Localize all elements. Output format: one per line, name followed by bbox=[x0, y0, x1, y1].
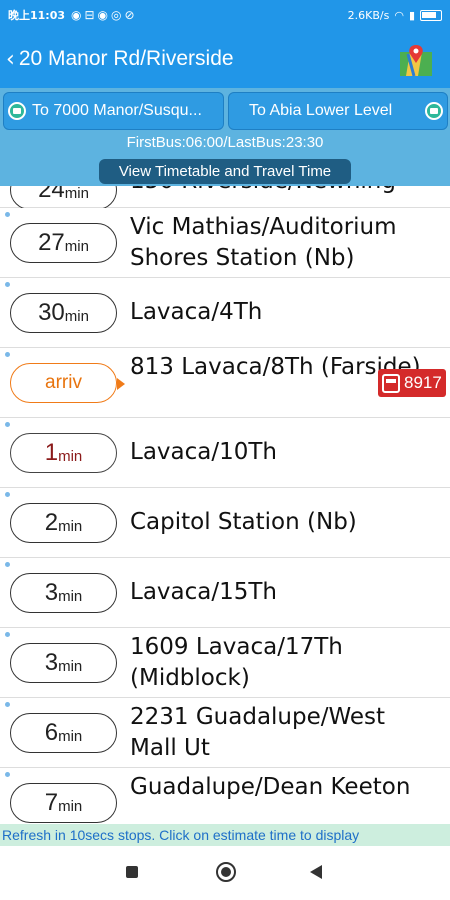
eta-value: 30 bbox=[38, 299, 65, 326]
stop-name: Vic Mathias/Auditorium Shores Station (N… bbox=[130, 214, 397, 271]
eta-value: 24 bbox=[38, 186, 65, 203]
stop-name: 1609 Lavaca/17Th (Midblock) bbox=[130, 634, 343, 691]
row-marker bbox=[5, 702, 10, 707]
direction-label: To 7000 Manor/Susqu... bbox=[32, 102, 202, 119]
eta-pill[interactable]: 6 min bbox=[10, 713, 117, 753]
eta-unit: min bbox=[64, 186, 89, 202]
eta-value: 3 bbox=[44, 649, 59, 676]
stop-row[interactable]: 3 min Lavaca/15Th bbox=[0, 558, 450, 628]
eta-pill[interactable]: 2 min bbox=[10, 503, 117, 543]
back-icon[interactable]: ‹ bbox=[6, 47, 15, 72]
eta-value: 7 bbox=[44, 789, 59, 816]
stop-list[interactable]: 24min150 Riverside/Newning27minVic Mathi… bbox=[0, 186, 450, 824]
eta-pill[interactable]: 27 min bbox=[10, 223, 117, 263]
first-last-bus: FirstBus:06:00/LastBus:23:30 bbox=[126, 134, 324, 151]
bus-icon bbox=[8, 102, 26, 120]
bus-icon bbox=[425, 102, 443, 120]
row-marker bbox=[5, 282, 10, 287]
stop-name: Lavaca/4Th bbox=[130, 299, 263, 325]
stop-name: 150 Riverside/Newning bbox=[130, 186, 430, 197]
eta-unit: min bbox=[58, 517, 83, 535]
stop-row[interactable]: 6 min 2231 Guadalupe/West Mall Ut bbox=[0, 698, 450, 768]
recents-icon[interactable] bbox=[126, 866, 138, 878]
back-nav-icon[interactable] bbox=[310, 865, 322, 879]
map-pin-icon[interactable] bbox=[398, 42, 434, 78]
stop-name: Lavaca/10Th bbox=[130, 439, 277, 465]
eta-pill[interactable]: 3 min bbox=[10, 643, 117, 683]
row-marker bbox=[5, 562, 10, 567]
status-bar: 晚上11:03 ◉⊟◉◎⊘ 2.6KB/s ◠ ▮ bbox=[0, 0, 450, 30]
stop-name: Capitol Station (Nb) bbox=[130, 509, 357, 535]
stop-row[interactable]: 1 min Lavaca/10Th bbox=[0, 418, 450, 488]
eta-unit: min bbox=[64, 307, 89, 325]
eta-value: 6 bbox=[44, 719, 59, 746]
row-marker bbox=[5, 632, 10, 637]
app-header: ‹ 20 Manor Rd/Riverside bbox=[0, 30, 450, 88]
eta-unit: min bbox=[58, 587, 83, 605]
notification-icons: ◉⊟◉◎⊘ bbox=[71, 8, 138, 22]
direction-tab-inbound[interactable]: To Abia Lower Level bbox=[228, 92, 448, 130]
row-marker bbox=[5, 492, 10, 497]
system-nav-bar bbox=[0, 846, 450, 900]
refresh-banner: Refresh in 10secs stops. Click on estima… bbox=[0, 824, 450, 846]
stop-row[interactable]: arriv 813 Lavaca/8Th (Farside) 8917 bbox=[0, 348, 450, 418]
eta-pill[interactable]: 3 min bbox=[10, 573, 117, 613]
eta-pill[interactable]: 24 min bbox=[10, 186, 117, 210]
direction-label: To Abia Lower Level bbox=[249, 102, 393, 119]
eta-value: 1 bbox=[44, 439, 59, 466]
home-icon[interactable] bbox=[216, 862, 236, 882]
eta-pill[interactable]: 1 min bbox=[10, 433, 117, 473]
stop-row[interactable]: 24min 150 Riverside/Newning bbox=[0, 186, 450, 210]
direction-panel: To 7000 Manor/Susqu... To Abia Lower Lev… bbox=[0, 88, 450, 186]
eta-pill[interactable]: 7 min bbox=[10, 783, 117, 823]
eta-unit: min bbox=[64, 237, 89, 255]
direction-tab-outbound[interactable]: To 7000 Manor/Susqu... bbox=[3, 92, 224, 130]
eta-pill[interactable]: arriv bbox=[10, 363, 125, 403]
eta-value: 3 bbox=[44, 579, 59, 606]
wifi-icon: ◠ bbox=[394, 8, 404, 22]
stop-name: Lavaca/15Th bbox=[130, 579, 277, 605]
bus-number: 8917 bbox=[404, 373, 442, 392]
eta-value: 2 bbox=[44, 509, 59, 536]
eta-unit: min bbox=[58, 727, 83, 745]
bus-number-badge[interactable]: 8917 bbox=[378, 369, 446, 397]
stop-name: 2231 Guadalupe/West Mall Ut bbox=[130, 704, 386, 761]
stop-row[interactable]: 3 min 1609 Lavaca/17Th (Midblock) bbox=[0, 628, 450, 698]
route-title[interactable]: 20 Manor Rd/Riverside bbox=[19, 47, 234, 71]
eta-unit: min bbox=[58, 447, 83, 465]
row-marker bbox=[5, 212, 10, 217]
eta-unit: min bbox=[58, 657, 83, 675]
eta-value: arriv bbox=[45, 372, 82, 393]
timetable-button[interactable]: View Timetable and Travel Time bbox=[99, 159, 351, 184]
row-marker bbox=[5, 772, 10, 777]
eta-pill[interactable]: 30 min bbox=[10, 293, 117, 333]
battery-icon bbox=[420, 9, 442, 21]
eta-unit: min bbox=[58, 797, 83, 815]
status-time: 晚上11:03 bbox=[8, 9, 66, 22]
stop-row[interactable]: 27 min Vic Mathias/Auditorium Shores Stati… bbox=[0, 208, 450, 278]
stop-row[interactable]: 30 min Lavaca/4Th bbox=[0, 278, 450, 348]
row-marker bbox=[5, 422, 10, 427]
row-marker bbox=[5, 352, 10, 357]
status-right: 2.6KB/s ◠ ▮ bbox=[348, 9, 442, 22]
stop-row[interactable]: 7 min Guadalupe/Dean Keeton bbox=[0, 768, 450, 824]
eta-value: 27 bbox=[38, 229, 65, 256]
stop-row[interactable]: 2 min Capitol Station (Nb) bbox=[0, 488, 450, 558]
network-speed: 2.6KB/s bbox=[347, 8, 390, 22]
stop-name: Guadalupe/Dean Keeton bbox=[130, 774, 411, 800]
bus-icon bbox=[382, 373, 400, 393]
signal-icon: ▮ bbox=[408, 8, 415, 22]
